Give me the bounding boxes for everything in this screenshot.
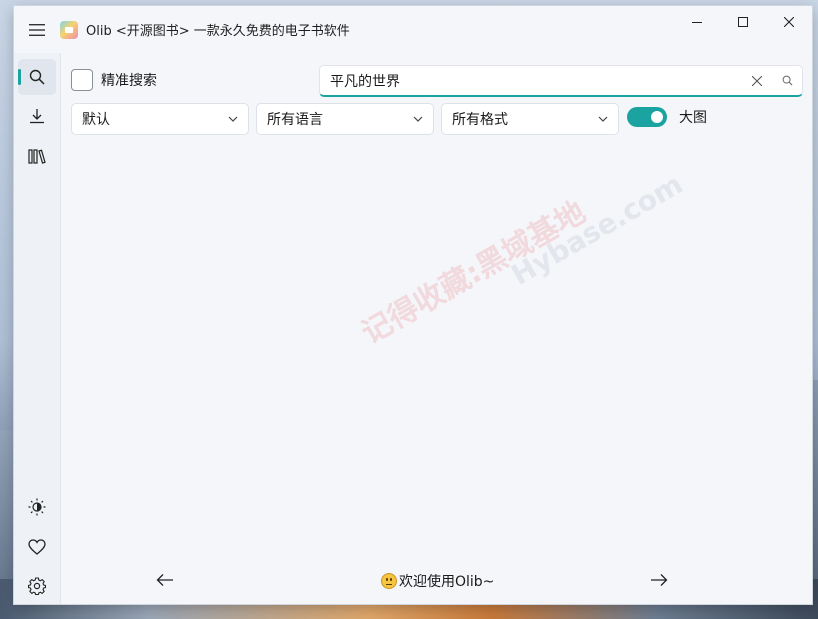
big-image-toggle[interactable]	[627, 107, 667, 127]
search-icon	[782, 75, 792, 86]
rail-item-download[interactable]	[18, 98, 56, 134]
window-controls	[674, 6, 812, 38]
app-window: Olib <开源图书> 一款永久免费的电子书软件 精准搜索 平凡的世界 默认 所…	[14, 6, 812, 604]
language-select[interactable]: 所有语言	[256, 103, 434, 135]
format-value: 所有格式	[452, 112, 508, 128]
maximize-icon	[738, 17, 748, 27]
app-logo-icon	[60, 20, 78, 39]
rail-item-favorite[interactable]	[18, 529, 56, 565]
welcome-message: 欢迎使用Olib~	[381, 571, 494, 591]
arrow-right-icon	[651, 574, 668, 586]
search-input[interactable]	[320, 66, 742, 95]
clear-icon	[752, 75, 762, 86]
chevron-down-icon	[413, 116, 423, 122]
window-title: Olib <开源图书> 一款永久免费的电子书软件	[86, 24, 350, 39]
rail-item-theme[interactable]	[18, 489, 56, 525]
previous-page-button[interactable]	[147, 564, 183, 596]
big-image-option: 大图	[627, 107, 707, 127]
minimize-icon	[692, 22, 702, 23]
menu-button[interactable]	[14, 6, 60, 53]
watermark-text: 记得收藏:黑域基地	[355, 194, 592, 352]
gear-icon	[28, 577, 46, 595]
exact-search-label: 精准搜索	[101, 73, 157, 89]
active-indicator	[18, 69, 21, 85]
main-content: 精准搜索 默认 所有语言	[61, 53, 812, 604]
sort-select[interactable]: 默认	[71, 103, 249, 135]
exact-search-checkbox[interactable]	[71, 69, 93, 91]
heart-icon	[28, 539, 46, 555]
exact-search-option[interactable]: 精准搜索	[71, 69, 157, 91]
format-select[interactable]: 所有格式	[441, 103, 619, 135]
close-button[interactable]	[766, 6, 812, 38]
rail-item-settings[interactable]	[18, 568, 56, 604]
toggle-knob	[651, 111, 663, 123]
search-box	[319, 65, 803, 97]
next-page-button[interactable]	[641, 564, 677, 596]
search-submit-button[interactable]	[772, 67, 802, 95]
library-icon	[28, 149, 46, 164]
rail-item-library[interactable]	[18, 138, 56, 174]
smile-emoji-icon	[381, 573, 397, 589]
maximize-button[interactable]	[720, 6, 766, 38]
search-icon	[29, 69, 45, 85]
clear-search-button[interactable]	[742, 67, 772, 95]
footer-bar: 欢迎使用Olib~	[61, 564, 812, 596]
chevron-down-icon	[228, 116, 238, 122]
welcome-text: 欢迎使用Olib~	[399, 574, 495, 590]
big-image-label: 大图	[679, 110, 707, 126]
chevron-down-icon	[598, 116, 608, 122]
arrow-left-icon	[156, 574, 173, 586]
close-icon	[784, 17, 794, 27]
brightness-icon	[28, 498, 46, 516]
sort-value: 默认	[82, 112, 110, 128]
language-value: 所有语言	[267, 112, 323, 128]
download-icon	[30, 109, 44, 124]
rail-item-search[interactable]	[18, 59, 56, 95]
navigation-rail	[14, 53, 61, 604]
minimize-button[interactable]	[674, 6, 720, 38]
watermark-url: Hybase.com	[505, 167, 689, 292]
hamburger-icon	[29, 23, 45, 36]
title-bar: Olib <开源图书> 一款永久免费的电子书软件	[14, 6, 812, 53]
